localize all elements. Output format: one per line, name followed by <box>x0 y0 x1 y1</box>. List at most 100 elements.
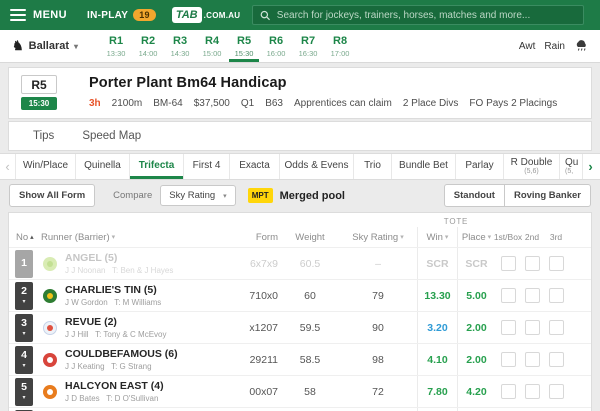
runner-number-badge[interactable]: 1 <box>9 248 39 279</box>
form-value: 710x0 <box>205 280 281 311</box>
silks-icon <box>43 289 57 303</box>
checkbox-3rd[interactable] <box>543 344 569 375</box>
runner-info[interactable]: HALCYON EAST (4) J D Bates T: D O'Sulliv… <box>39 376 205 407</box>
chevron-down-icon: ▾ <box>400 233 404 241</box>
runner-number-badge[interactable]: 4▾ <box>9 344 39 375</box>
tabs-scroll-right-icon[interactable]: › <box>582 154 598 179</box>
tote-header-row: TOTE <box>9 213 591 227</box>
weight-value: 58.5 <box>281 344 339 375</box>
menu-button[interactable]: MENU <box>33 9 67 21</box>
checkbox-3rd[interactable] <box>543 376 569 407</box>
tab-bundle-bet[interactable]: Bundle Bet <box>392 154 456 179</box>
tabs-scroll-left-icon[interactable]: ‹ <box>0 154 16 179</box>
tab-tips[interactable]: Tips <box>33 130 54 142</box>
header-no[interactable]: No▴ <box>9 232 39 243</box>
checkbox-2nd[interactable] <box>521 376 543 407</box>
runner-info[interactable]: COULDBEFAMOUS (6) J J Keating T: G Stran… <box>39 344 205 375</box>
market-controls: Show All Form Compare Sky Rating ▾ MPT M… <box>0 180 600 211</box>
race-tab-r4[interactable]: R415:00 <box>196 30 228 62</box>
win-odds[interactable]: 7.80 <box>417 376 457 407</box>
place-odds[interactable]: 5.00 <box>457 280 495 311</box>
place-odds[interactable]: 2.00 <box>457 312 495 343</box>
checkbox-3rd[interactable] <box>543 248 569 279</box>
header-win[interactable]: Win▾ <box>417 227 457 247</box>
runner-name: CHARLIE'S TIN (5) <box>65 284 161 296</box>
header-runner[interactable]: Runner (Barrier)▾ <box>39 232 205 243</box>
jockey-trainer: J D Bates T: D O'Sullivan <box>65 394 164 403</box>
header-place[interactable]: Place▾ <box>457 227 495 247</box>
place-odds[interactable]: 2.00 <box>457 344 495 375</box>
tab-odds-evens[interactable]: Odds & Evens <box>280 154 354 179</box>
race-countdown: 3h <box>89 98 101 109</box>
silks-icon <box>43 385 57 399</box>
tab-trifecta-active[interactable]: Trifecta <box>130 154 184 179</box>
tab-win-place[interactable]: Win/Place <box>16 154 76 179</box>
header-sky-rating[interactable]: Sky Rating▾ <box>339 232 417 243</box>
checkbox-3rd[interactable] <box>543 312 569 343</box>
checkbox-2nd[interactable] <box>521 344 543 375</box>
checkbox-2nd[interactable] <box>521 312 543 343</box>
race-tab-r1[interactable]: R113:30 <box>100 30 132 62</box>
form-value: 6x7x9 <box>205 248 281 279</box>
header-form: Form <box>205 232 281 243</box>
tab-speed-map[interactable]: Speed Map <box>82 130 141 142</box>
checkbox-3rd[interactable] <box>543 280 569 311</box>
checkbox-1st-box[interactable] <box>495 376 521 407</box>
race-tab-r6[interactable]: R616:00 <box>260 30 292 62</box>
header-weight: Weight <box>281 232 339 243</box>
inplay-link[interactable]: IN-PLAY 19 <box>87 9 156 21</box>
runner-number-badge[interactable]: 2▾ <box>9 280 39 311</box>
tab-trio[interactable]: Trio <box>354 154 392 179</box>
venue-selector[interactable]: ♞ Ballarat ▾ <box>12 30 78 62</box>
runner-info[interactable]: ANGEL (5) J J Noonan T: Ben & J Hayes <box>39 248 205 279</box>
jockey-trainer: J J Noonan T: Ben & J Hayes <box>65 266 173 275</box>
tab-r-double[interactable]: R Double(5,6) <box>504 154 560 179</box>
rain-cloud-icon <box>574 40 588 52</box>
place-odds[interactable]: 4.20 <box>457 376 495 407</box>
tab-first-4[interactable]: First 4 <box>184 154 230 179</box>
checkbox-1st-box[interactable] <box>495 280 521 311</box>
tab-parlay[interactable]: Parlay <box>456 154 504 179</box>
runner-number-badge[interactable]: 5▾ <box>9 376 39 407</box>
tab-quaddie-partial[interactable]: Qu(5, <box>560 154 582 179</box>
checkbox-2nd[interactable] <box>521 280 543 311</box>
venue-name: Ballarat <box>29 40 69 52</box>
race-tab-r5-active[interactable]: R515:30 <box>228 30 260 62</box>
checkbox-1st-box[interactable] <box>495 344 521 375</box>
roving-banker-button[interactable]: Roving Banker <box>504 184 591 207</box>
race-tab-r8[interactable]: R817:00 <box>324 30 356 62</box>
search-icon <box>260 10 270 21</box>
runner-info[interactable]: REVUE (2) J J Hill T: Tony & C McEvoy <box>39 312 205 343</box>
search-bar[interactable] <box>252 5 584 25</box>
silks-icon <box>43 257 57 271</box>
show-all-form-button[interactable]: Show All Form <box>9 184 95 207</box>
checkbox-1st-box[interactable] <box>495 248 521 279</box>
tab-logo-domain: .COM.AU <box>204 11 241 20</box>
runner-number-badge[interactable]: 3▾ <box>9 312 39 343</box>
race-class: BM-64 <box>153 98 182 109</box>
tab-exacta[interactable]: Exacta <box>230 154 280 179</box>
form-value: 00x07 <box>205 376 281 407</box>
checkbox-1st-box[interactable] <box>495 312 521 343</box>
race-fo-placings: FO Pays 2 Placings <box>469 98 557 109</box>
tab-logo[interactable]: TAB .COM.AU <box>172 7 241 23</box>
search-input[interactable] <box>277 10 577 21</box>
inplay-count-badge: 19 <box>133 9 156 21</box>
rating-filter-select[interactable]: Sky Rating ▾ <box>160 185 235 206</box>
win-odds[interactable]: 3.20 <box>417 312 457 343</box>
checkbox-2nd[interactable] <box>521 248 543 279</box>
race-tab-r2[interactable]: R214:00 <box>132 30 164 62</box>
race-tab-r7[interactable]: R716:30 <box>292 30 324 62</box>
horse-racing-icon: ♞ <box>12 38 24 54</box>
form-value: x1207 <box>205 312 281 343</box>
race-tab-r3[interactable]: R314:30 <box>164 30 196 62</box>
tab-quinella[interactable]: Quinella <box>76 154 130 179</box>
race-distance: 2100m <box>112 98 143 109</box>
win-odds[interactable]: 13.30 <box>417 280 457 311</box>
standout-button[interactable]: Standout <box>444 184 505 207</box>
rain-label: Rain <box>544 41 565 52</box>
win-odds[interactable]: 4.10 <box>417 344 457 375</box>
jockey-trainer: J W Gordon T: M Williams <box>65 298 161 307</box>
hamburger-menu-icon[interactable] <box>10 9 26 21</box>
runner-info[interactable]: CHARLIE'S TIN (5) J W Gordon T: M Willia… <box>39 280 205 311</box>
